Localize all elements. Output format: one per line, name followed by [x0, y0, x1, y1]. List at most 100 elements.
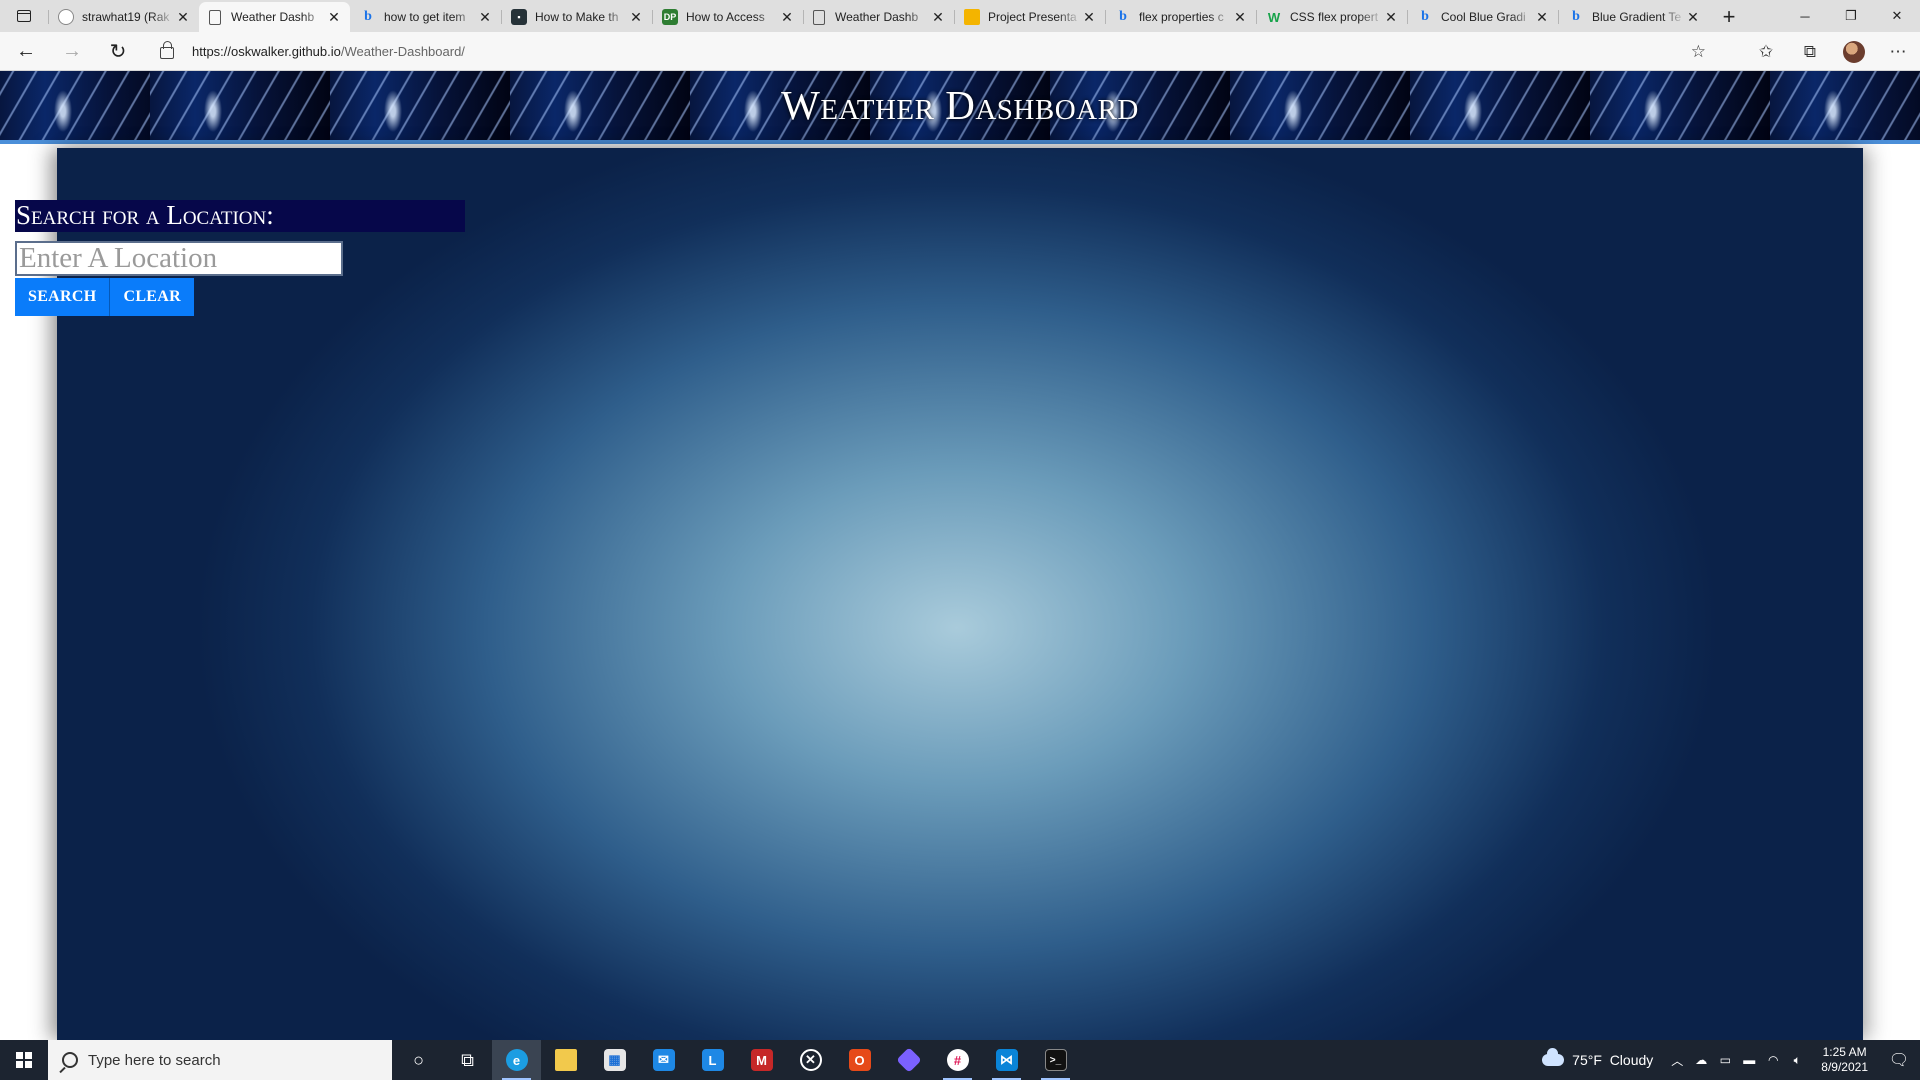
battery-icon[interactable]: ▬ — [1739, 1053, 1759, 1067]
address-bar[interactable]: https://oskwalker.github.io/Weather-Dash… — [150, 36, 1724, 66]
tab-active[interactable]: Weather Dashb ✕ — [199, 2, 350, 32]
bing-icon: b — [1572, 9, 1580, 24]
tab[interactable]: b Cool Blue Gradi ✕ — [1407, 2, 1558, 32]
url-host: https://oskwalker.github.io — [192, 43, 341, 59]
volume-icon[interactable]: 🔈︎ — [1787, 1053, 1807, 1068]
favorites-icon[interactable]: ✩ — [1744, 36, 1788, 68]
mcafee-logo: M — [750, 1049, 773, 1071]
collections-icon[interactable]: ⧉ — [1788, 36, 1832, 68]
location-search-input[interactable] — [15, 241, 343, 276]
page-title: Weather Dashboard — [781, 82, 1139, 128]
weather-widget[interactable]: 75°F Cloudy — [1542, 1048, 1654, 1068]
close-icon[interactable]: ✕ — [326, 9, 342, 26]
new-tab-button[interactable]: + — [1713, 2, 1745, 32]
close-icon[interactable]: ✕ — [1232, 9, 1248, 26]
tab-title: how to get item — [384, 10, 466, 24]
tab-actions-button[interactable] — [0, 0, 48, 32]
close-icon[interactable]: ✕ — [779, 9, 795, 26]
cortana-icon[interactable]: ○ — [394, 1040, 443, 1080]
office-logo: O — [848, 1049, 871, 1071]
close-icon[interactable]: ✕ — [1685, 9, 1701, 26]
folder-logo — [554, 1049, 577, 1071]
close-window-button[interactable]: ✕ — [1874, 0, 1920, 32]
weather-desc: Cloudy — [1609, 1052, 1654, 1068]
file-explorer-icon[interactable] — [541, 1040, 590, 1080]
edge-icon[interactable]: e — [492, 1040, 541, 1080]
close-icon[interactable]: ✕ — [1081, 9, 1097, 26]
mcafee-icon[interactable]: M — [737, 1040, 786, 1080]
tab-strip: strawhat19 (Rak ✕ Weather Dashb ✕ b how … — [0, 0, 1920, 32]
git-app-icon[interactable] — [884, 1040, 933, 1080]
search-panel: Search for a Location: SEARCH CLEAR — [15, 200, 465, 316]
device-icon[interactable]: ▭ — [1715, 1053, 1735, 1067]
tab[interactable]: b flex properties c ✕ — [1105, 2, 1256, 32]
taskbar-apps: ○ ⧉ e ▦ ✉ L M ✕ O # ⋈ >_ — [394, 1040, 1080, 1080]
weather-temp: 75°F — [1572, 1052, 1602, 1068]
tab-title: Blue Gradient Te — [1592, 10, 1682, 24]
github-icon — [58, 9, 74, 25]
close-icon[interactable]: ✕ — [628, 9, 644, 26]
wifi-icon[interactable]: ◠ — [1763, 1053, 1783, 1067]
taskbar-search-placeholder: Type here to search — [88, 1051, 221, 1069]
bing-icon: b — [364, 9, 372, 24]
tab-title: Project Presenta — [988, 10, 1077, 24]
chevron-up-icon[interactable]: ︿ — [1667, 1052, 1687, 1069]
forward-button[interactable]: → — [52, 35, 92, 67]
search-icon — [62, 1052, 78, 1068]
store-logo: ▦ — [603, 1049, 626, 1071]
tab[interactable]: b Blue Gradient Te ✕ — [1558, 2, 1709, 32]
xbox-logo: ✕ — [799, 1049, 822, 1071]
l-app-logo: L — [701, 1049, 724, 1071]
start-button[interactable] — [0, 1040, 48, 1080]
system-tray: 75°F Cloudy ︿ ☁ ▭ ▬ ◠ 🔈︎ 1:25 AM 8/9/202… — [1542, 1040, 1920, 1080]
url-text: https://oskwalker.github.io/Weather-Dash… — [192, 44, 465, 59]
minimize-button[interactable]: ─ — [1782, 0, 1828, 32]
l-app-icon[interactable]: L — [688, 1040, 737, 1080]
tab[interactable]: b how to get item ✕ — [350, 2, 501, 32]
notification-icon[interactable]: 🗨︎ — [1878, 1040, 1920, 1080]
tab-title: CSS flex propert — [1290, 10, 1379, 24]
lock-icon[interactable] — [160, 41, 174, 59]
more-menu-icon[interactable]: ⋯ — [1876, 36, 1920, 68]
tab[interactable]: Weather Dashb ✕ — [803, 2, 954, 32]
onedrive-icon[interactable]: ☁ — [1691, 1053, 1711, 1067]
slack-icon[interactable]: # — [933, 1040, 982, 1080]
tab[interactable]: Project Presenta ✕ — [954, 2, 1105, 32]
tab-title: flex properties c — [1139, 10, 1224, 24]
profile-avatar[interactable] — [1843, 40, 1865, 63]
slides-icon — [964, 9, 980, 25]
tab[interactable]: strawhat19 (Rak ✕ — [48, 2, 199, 32]
tab-title: Weather Dashb — [231, 10, 315, 24]
tab[interactable]: ▪ How to Make th ✕ — [501, 2, 652, 32]
close-icon[interactable]: ✕ — [930, 9, 946, 26]
taskbar-search[interactable]: Type here to search — [48, 1040, 392, 1080]
close-icon[interactable]: ✕ — [1534, 9, 1550, 26]
mail-icon[interactable]: ✉ — [639, 1040, 688, 1080]
store-icon[interactable]: ▦ — [590, 1040, 639, 1080]
clock-time: 1:25 AM — [1822, 1045, 1867, 1059]
back-button[interactable]: ← — [6, 35, 46, 67]
windows-icon — [16, 1052, 32, 1068]
tab-title: How to Make th — [535, 10, 619, 24]
terminal-icon[interactable]: >_ — [1031, 1040, 1080, 1080]
task-view-icon[interactable]: ⧉ — [443, 1040, 492, 1080]
clear-button[interactable]: CLEAR — [110, 278, 194, 316]
vscode-icon[interactable]: ⋈ — [982, 1040, 1031, 1080]
close-icon[interactable]: ✕ — [477, 9, 493, 26]
tab-title: Cool Blue Gradi — [1441, 10, 1526, 24]
add-favorite-icon[interactable]: ☆ — [1691, 42, 1706, 62]
page-header: Weather Dashboard — [0, 71, 1920, 144]
clock[interactable]: 1:25 AM 8/9/2021 — [1821, 1045, 1868, 1075]
slack-logo: # — [946, 1049, 969, 1071]
search-button[interactable]: SEARCH — [15, 278, 111, 316]
restore-button[interactable]: ❐ — [1828, 0, 1874, 32]
office-icon[interactable]: O — [835, 1040, 884, 1080]
browser-toolbar: ← → ↻ https://oskwalker.github.io/Weathe… — [0, 32, 1920, 71]
refresh-button[interactable]: ↻ — [98, 35, 138, 67]
xbox-icon[interactable]: ✕ — [786, 1040, 835, 1080]
tab[interactable]: W CSS flex propert ✕ — [1256, 2, 1407, 32]
tab[interactable]: DP How to Access ✕ — [652, 2, 803, 32]
close-icon[interactable]: ✕ — [175, 9, 191, 26]
tab-actions-icon — [17, 10, 31, 22]
close-icon[interactable]: ✕ — [1383, 9, 1399, 26]
